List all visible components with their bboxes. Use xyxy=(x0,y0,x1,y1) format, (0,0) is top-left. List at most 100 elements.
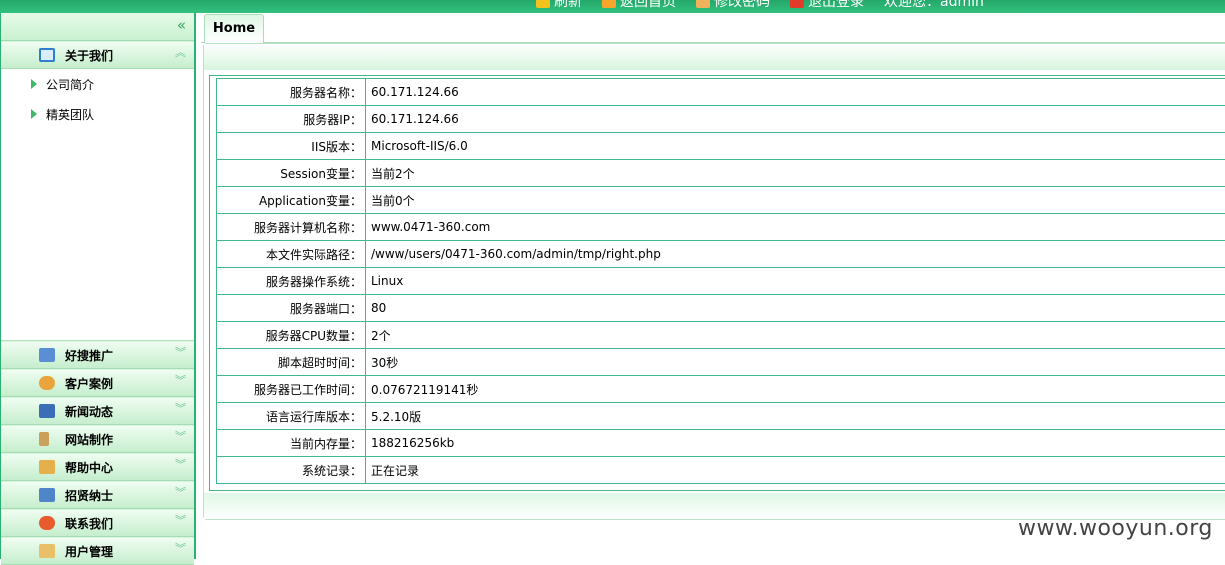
section-label: 客户案例 xyxy=(65,375,113,392)
chevron-down-icon[interactable]: ︾ xyxy=(175,486,186,500)
table-row: 本文件实际路径：/www/users/0471-360.com/admin/tm… xyxy=(217,241,1225,268)
section-label: 网站制作 xyxy=(65,431,113,448)
chevron-down-icon[interactable]: ︾ xyxy=(175,514,186,528)
user-icon xyxy=(39,376,55,390)
chevron-down-icon[interactable]: ︾ xyxy=(175,430,186,444)
section-label: 新闻动态 xyxy=(65,403,113,420)
sub-item-label: 公司简介 xyxy=(46,76,94,93)
info-value: 60.171.124.66 xyxy=(366,106,1225,133)
info-value: 当前0个 xyxy=(366,187,1225,214)
card-icon xyxy=(39,348,55,362)
logout-link[interactable]: 退出登录 xyxy=(790,0,864,11)
info-key: 服务器CPU数量： xyxy=(217,322,366,349)
header-links: 刷新 返回首页 修改密码 退出登录 欢迎您：admin xyxy=(536,0,984,11)
info-key: 服务器端口： xyxy=(217,295,366,322)
info-value: 30秒 xyxy=(366,349,1225,376)
table-row: 服务器端口：80 xyxy=(217,295,1225,322)
chevron-down-icon[interactable]: ︾ xyxy=(175,458,186,472)
triangle-right-icon xyxy=(31,79,37,89)
sidebar-section-contact[interactable]: 联系我们 ︾ xyxy=(1,509,194,537)
table-row: Application变量：当前0个 xyxy=(217,187,1225,214)
top-header: 刷新 返回首页 修改密码 退出登录 欢迎您：admin xyxy=(0,0,1225,13)
double-chevron-left-icon[interactable]: « xyxy=(177,17,186,33)
chevron-up-icon[interactable]: ︽ xyxy=(175,46,186,60)
server-info-table: 服务器名称：60.171.124.66服务器IP：60.171.124.66II… xyxy=(216,78,1225,484)
home-link[interactable]: 返回首页 xyxy=(602,0,676,11)
watermark: www.wooyun.org xyxy=(1018,516,1213,541)
info-key: 本文件实际路径： xyxy=(217,241,366,268)
change-password-label: 修改密码 xyxy=(714,0,770,11)
sidebar: « 关于我们 ︽ 公司简介 精英团队 好搜推广 ︾ 客户案例 ︾ 新闻动态 ︾ … xyxy=(0,13,196,559)
chevron-down-icon[interactable]: ︾ xyxy=(175,374,186,388)
info-key: 系统记录： xyxy=(217,457,366,484)
panel-header xyxy=(204,44,1225,70)
info-value: /www/users/0471-360.com/admin/tmp/right.… xyxy=(366,241,1225,268)
section-label: 好搜推广 xyxy=(65,347,113,364)
logout-icon xyxy=(790,0,804,8)
section-label: 帮助中心 xyxy=(65,459,113,476)
sidebar-section-news[interactable]: 新闻动态 ︾ xyxy=(1,397,194,425)
info-key: IIS版本： xyxy=(217,133,366,160)
sidebar-collapse-bar: « xyxy=(1,13,194,41)
sub-item-label: 精英团队 xyxy=(46,106,94,123)
sidebar-section-web-design[interactable]: 网站制作 ︾ xyxy=(1,425,194,453)
info-value: www.0471-360.com xyxy=(366,214,1225,241)
tab-home[interactable]: Home xyxy=(204,14,264,43)
table-row: Session变量：当前2个 xyxy=(217,160,1225,187)
submenu: 公司简介 精英团队 xyxy=(1,69,194,341)
sidebar-section-promotion[interactable]: 好搜推广 ︾ xyxy=(1,341,194,369)
change-password-link[interactable]: 修改密码 xyxy=(696,0,770,11)
grid-icon xyxy=(39,488,55,502)
window-icon xyxy=(39,48,55,62)
table-row: 服务器CPU数量：2个 xyxy=(217,322,1225,349)
chevron-down-icon[interactable]: ︾ xyxy=(175,542,186,556)
table-row: 服务器IP：60.171.124.66 xyxy=(217,106,1225,133)
info-key: Session变量： xyxy=(217,160,366,187)
info-key: 服务器名称： xyxy=(217,79,366,106)
table-row: 服务器计算机名称：www.0471-360.com xyxy=(217,214,1225,241)
content-panel: 服务器名称：60.171.124.66服务器IP：60.171.124.66II… xyxy=(203,43,1225,520)
sidebar-section-about[interactable]: 关于我们 ︽ xyxy=(1,41,194,69)
info-value: 188216256kb xyxy=(366,430,1225,457)
section-label: 用户管理 xyxy=(65,543,113,560)
info-value: 正在记录 xyxy=(366,457,1225,484)
sidebar-section-users[interactable]: 用户管理 ︾ xyxy=(1,537,194,565)
server-info-frame: 服务器名称：60.171.124.66服务器IP：60.171.124.66II… xyxy=(209,75,1225,491)
tool-icon xyxy=(39,432,49,446)
info-value: 80 xyxy=(366,295,1225,322)
info-key: 语言运行库版本： xyxy=(217,403,366,430)
sub-item-company-profile[interactable]: 公司简介 xyxy=(1,69,194,99)
info-value: 60.171.124.66 xyxy=(366,79,1225,106)
tab-strip: Home xyxy=(201,13,1225,43)
info-key: 当前内存量： xyxy=(217,430,366,457)
refresh-icon xyxy=(536,0,550,8)
triangle-right-icon xyxy=(31,109,37,119)
chevron-down-icon[interactable]: ︾ xyxy=(175,402,186,416)
home-label: 返回首页 xyxy=(620,0,676,11)
folder-icon xyxy=(39,544,55,558)
info-value: 5.2.10版 xyxy=(366,403,1225,430)
tab-label: Home xyxy=(205,15,263,43)
info-value: 当前2个 xyxy=(366,160,1225,187)
sidebar-section-jobs[interactable]: 招贤纳士 ︾ xyxy=(1,481,194,509)
info-value: 2个 xyxy=(366,322,1225,349)
info-key: Application变量： xyxy=(217,187,366,214)
star-icon xyxy=(39,516,55,530)
info-key: 脚本超时时间： xyxy=(217,349,366,376)
welcome-text: 欢迎您：admin xyxy=(884,0,984,11)
chevron-down-icon[interactable]: ︾ xyxy=(175,346,186,360)
refresh-link[interactable]: 刷新 xyxy=(536,0,582,11)
sub-item-elite-team[interactable]: 精英团队 xyxy=(1,99,194,129)
table-row: 语言运行库版本：5.2.10版 xyxy=(217,403,1225,430)
edit-icon xyxy=(39,460,55,474)
sidebar-section-help[interactable]: 帮助中心 ︾ xyxy=(1,453,194,481)
section-label: 关于我们 xyxy=(65,47,113,64)
sidebar-section-cases[interactable]: 客户案例 ︾ xyxy=(1,369,194,397)
info-key: 服务器IP： xyxy=(217,106,366,133)
section-label: 联系我们 xyxy=(65,515,113,532)
book-icon xyxy=(39,404,55,418)
pencil-icon xyxy=(696,0,710,8)
home-icon xyxy=(602,0,616,8)
logout-label: 退出登录 xyxy=(808,0,864,11)
info-key: 服务器已工作时间： xyxy=(217,376,366,403)
